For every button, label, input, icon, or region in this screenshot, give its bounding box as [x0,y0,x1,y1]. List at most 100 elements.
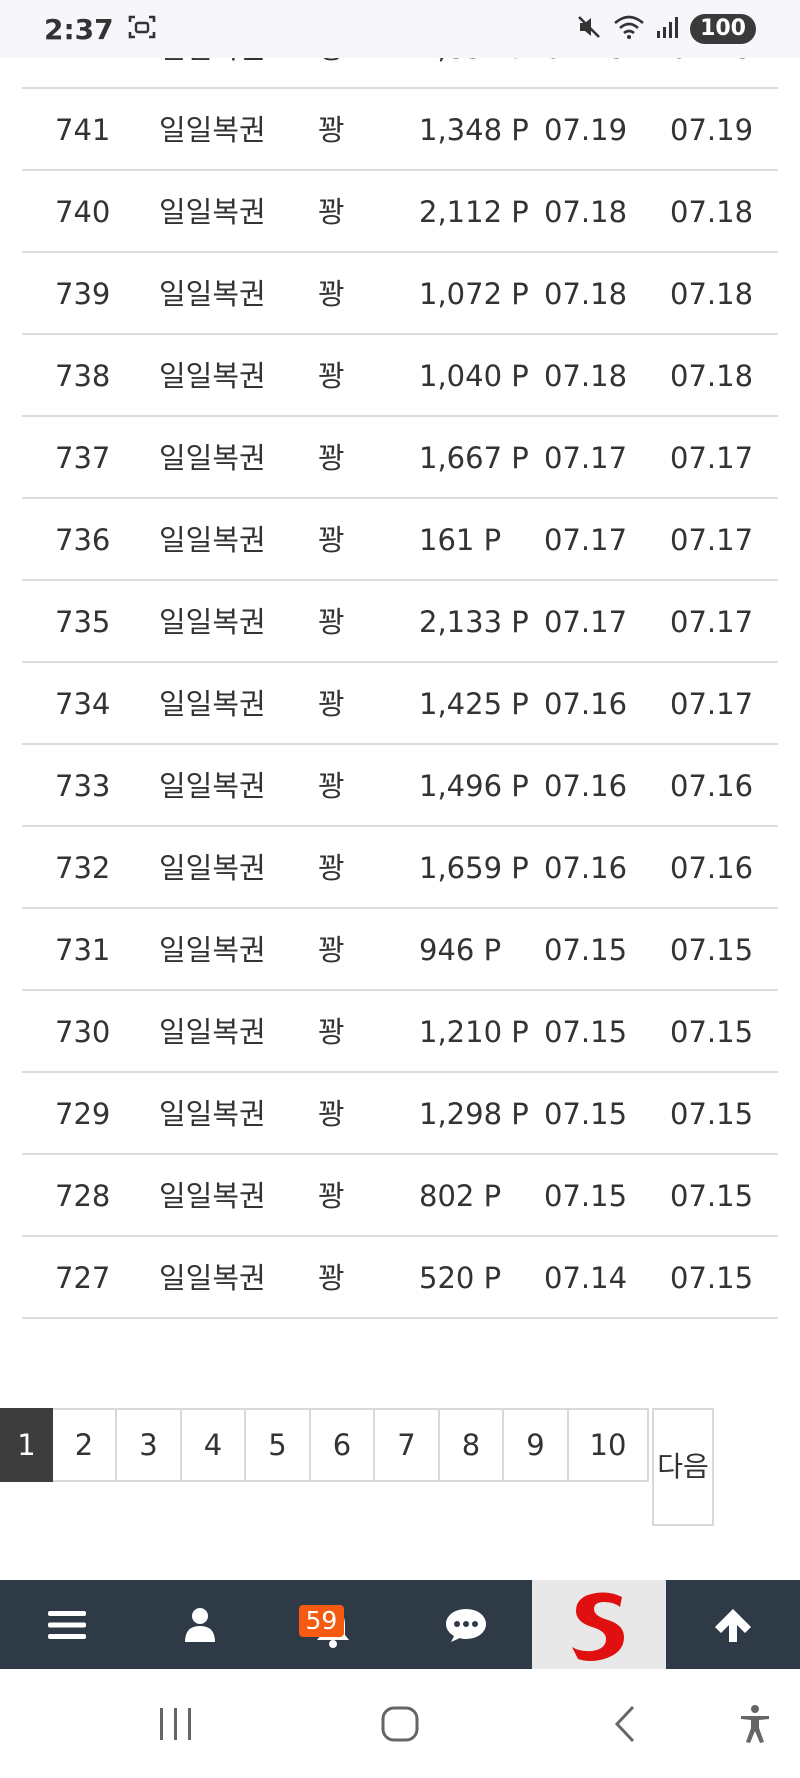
site-logo-button[interactable] [532,1580,666,1669]
page-6-link[interactable]: 6 [311,1408,375,1482]
notifications-wrapper: 59 [298,1603,353,1648]
next-page-link[interactable]: 다음 [652,1408,714,1526]
row-result-badge: 꽝 [318,1015,345,1049]
row-number: 734 [55,687,111,721]
page-4-link[interactable]: 4 [182,1408,246,1482]
row-end-date: 07.16 [670,851,754,885]
row-title: 일일복권 [159,523,266,557]
row-start-date: 07.15 [544,1097,628,1131]
row-start-date: 07.15 [544,1015,628,1049]
wifi-icon [612,14,646,44]
pagination: 1 2 3 4 5 6 7 8 9 10 다음 [0,1408,800,1528]
profile-button[interactable] [133,1580,266,1669]
back-button[interactable] [585,1669,665,1778]
point-history-table: 742일일복권꽝1,852 P07.1907.19741일일복권꽝1,348 P… [22,7,778,1319]
row-end-date: 07.15 [670,1097,754,1131]
row-end-date: 07.18 [670,195,754,229]
row-number: 739 [55,277,111,311]
menu-icon [47,1610,86,1639]
page-2-link[interactable]: 2 [53,1408,117,1482]
signal-icon [656,15,680,43]
recent-apps-button[interactable] [136,1669,216,1778]
table-row: 737 일일복권 꽝 1,667 P 07.17 07.17 [22,417,778,499]
scroll-top-button[interactable] [666,1580,800,1669]
accessibility-button[interactable] [715,1669,795,1778]
row-number: 740 [55,195,111,229]
row-result-badge: 꽝 [318,933,345,967]
page-3-link[interactable]: 3 [117,1408,182,1482]
row-number: 729 [55,1097,111,1131]
row-title: 일일복권 [159,687,266,721]
row-result-badge: 꽝 [318,523,345,557]
row-start-date: 07.15 [544,933,628,967]
table-row: 739 일일복권 꽝 1,072 P 07.18 07.18 [22,253,778,335]
page-8-link[interactable]: 8 [440,1408,504,1482]
row-title: 일일복권 [159,605,266,639]
row-result-badge: 꽝 [318,195,345,229]
row-points: 1,348 P [419,113,529,147]
row-number: 727 [55,1261,111,1295]
row-end-date: 07.15 [670,1179,754,1213]
accessibility-icon [741,1704,769,1743]
row-start-date: 07.18 [544,195,628,229]
row-points: 1,659 P [419,851,529,885]
row-number: 733 [55,769,111,803]
row-points: 1,667 P [419,441,529,475]
table-row: 738 일일복권 꽝 1,040 P 07.18 07.18 [22,335,778,417]
table-row: 734 일일복권 꽝 1,425 P 07.16 07.17 [22,663,778,745]
page-7-link[interactable]: 7 [375,1408,440,1482]
row-end-date: 07.17 [670,687,754,721]
table-row: 733 일일복권 꽝 1,496 P 07.16 07.16 [22,745,778,827]
page-10-link[interactable]: 10 [569,1408,649,1482]
row-title: 일일복권 [159,933,266,967]
row-result-badge: 꽝 [318,359,345,393]
table-row: 741 일일복권 꽝 1,348 P 07.19 07.19 [22,89,778,171]
home-icon [381,1706,419,1741]
row-title: 일일복권 [159,1097,266,1131]
table-row: 732 일일복권 꽝 1,659 P 07.16 07.16 [22,827,778,909]
page-1-link[interactable]: 1 [0,1408,53,1482]
row-result-badge: 꽝 [318,277,345,311]
row-result-badge: 꽝 [318,441,345,475]
row-number: 731 [55,933,111,967]
table-row: 731 일일복권 꽝 946 P 07.15 07.15 [22,909,778,991]
row-points: 1,496 P [419,769,529,803]
row-number: 741 [55,113,111,147]
row-points: 1,425 P [419,687,529,721]
row-start-date: 07.16 [544,851,628,885]
row-start-date: 07.18 [544,359,628,393]
arrow-up-icon [715,1608,751,1642]
row-points: 946 P [419,933,502,967]
row-start-date: 07.18 [544,277,628,311]
table-row: 730 일일복권 꽝 1,210 P 07.15 07.15 [22,991,778,1073]
home-button[interactable] [360,1669,440,1778]
row-start-date: 07.19 [544,113,628,147]
row-result-badge: 꽝 [318,769,345,803]
row-points: 2,112 P [419,195,529,229]
row-title: 일일복권 [159,1261,266,1295]
row-start-date: 07.15 [544,1179,628,1213]
table-row: 727 일일복권 꽝 520 P 07.14 07.15 [22,1237,778,1319]
row-start-date: 07.16 [544,769,628,803]
page-5-link[interactable]: 5 [246,1408,311,1482]
row-end-date: 07.15 [670,1015,754,1049]
row-title: 일일복권 [159,851,266,885]
row-start-date: 07.16 [544,687,628,721]
chat-button[interactable] [399,1580,532,1669]
row-end-date: 07.18 [670,359,754,393]
row-result-badge: 꽝 [318,113,345,147]
page-9-link[interactable]: 9 [504,1408,569,1482]
menu-button[interactable] [0,1580,133,1669]
row-number: 738 [55,359,111,393]
row-number: 737 [55,441,111,475]
notification-count-badge: 59 [298,1604,345,1637]
row-end-date: 07.19 [670,113,754,147]
system-nav-bar [0,1669,800,1778]
row-start-date: 07.17 [544,605,628,639]
row-points: 520 P [419,1261,502,1295]
row-number: 736 [55,523,111,557]
notifications-button[interactable]: 59 [266,1580,399,1669]
row-points: 1,072 P [419,277,529,311]
row-end-date: 07.15 [670,933,754,967]
table-row: 729 일일복권 꽝 1,298 P 07.15 07.15 [22,1073,778,1155]
